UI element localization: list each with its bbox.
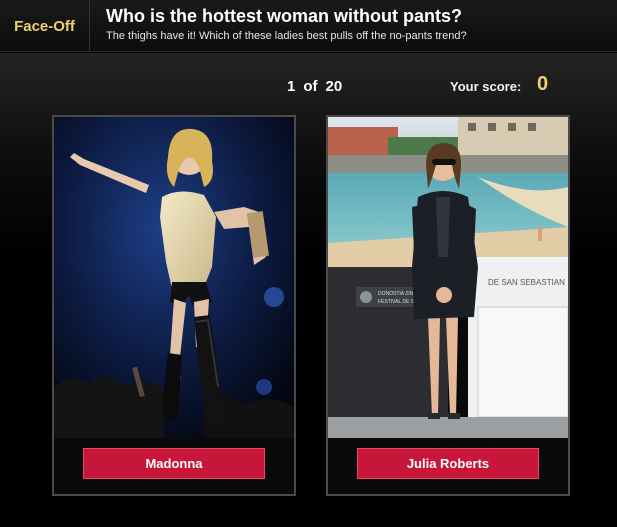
photocall-sign-left-1: DONOSTIA ZINE <box>378 291 417 297</box>
question-progress: 1 of 20 <box>287 78 342 95</box>
progress-total: 20 <box>325 78 343 95</box>
quiz-subtitle: The thighs have it! Which of these ladie… <box>106 30 467 42</box>
score-value: 0 <box>537 73 549 95</box>
choice-card-madonna[interactable]: Madonna <box>52 115 296 496</box>
choice-card-julia-roberts[interactable]: DE SAN SEBASTIAN DONOSTIA ZINE FESTIVAL … <box>326 115 570 496</box>
choice-photo-madonna[interactable] <box>54 117 294 438</box>
quiz-title: Who is the hottest woman without pants? <box>106 6 462 26</box>
choice-button-julia-roberts[interactable]: Julia Roberts <box>357 448 539 479</box>
photocall-sign-right: DE SAN SEBASTIAN <box>488 278 565 287</box>
progress-current: 1 <box>287 78 296 95</box>
progress-of: of <box>303 78 318 95</box>
quiz-header: Face-Off Who is the hottest woman withou… <box>0 0 617 52</box>
score-label: Your score: <box>450 79 522 94</box>
choice-button-madonna[interactable]: Madonna <box>83 448 265 479</box>
choice-photo-julia-roberts[interactable]: DE SAN SEBASTIAN DONOSTIA ZINE FESTIVAL … <box>328 117 568 438</box>
brand-logo[interactable]: Face-Off <box>0 0 90 52</box>
photocall-sign-left-2: FESTIVAL DE S <box>378 299 415 305</box>
